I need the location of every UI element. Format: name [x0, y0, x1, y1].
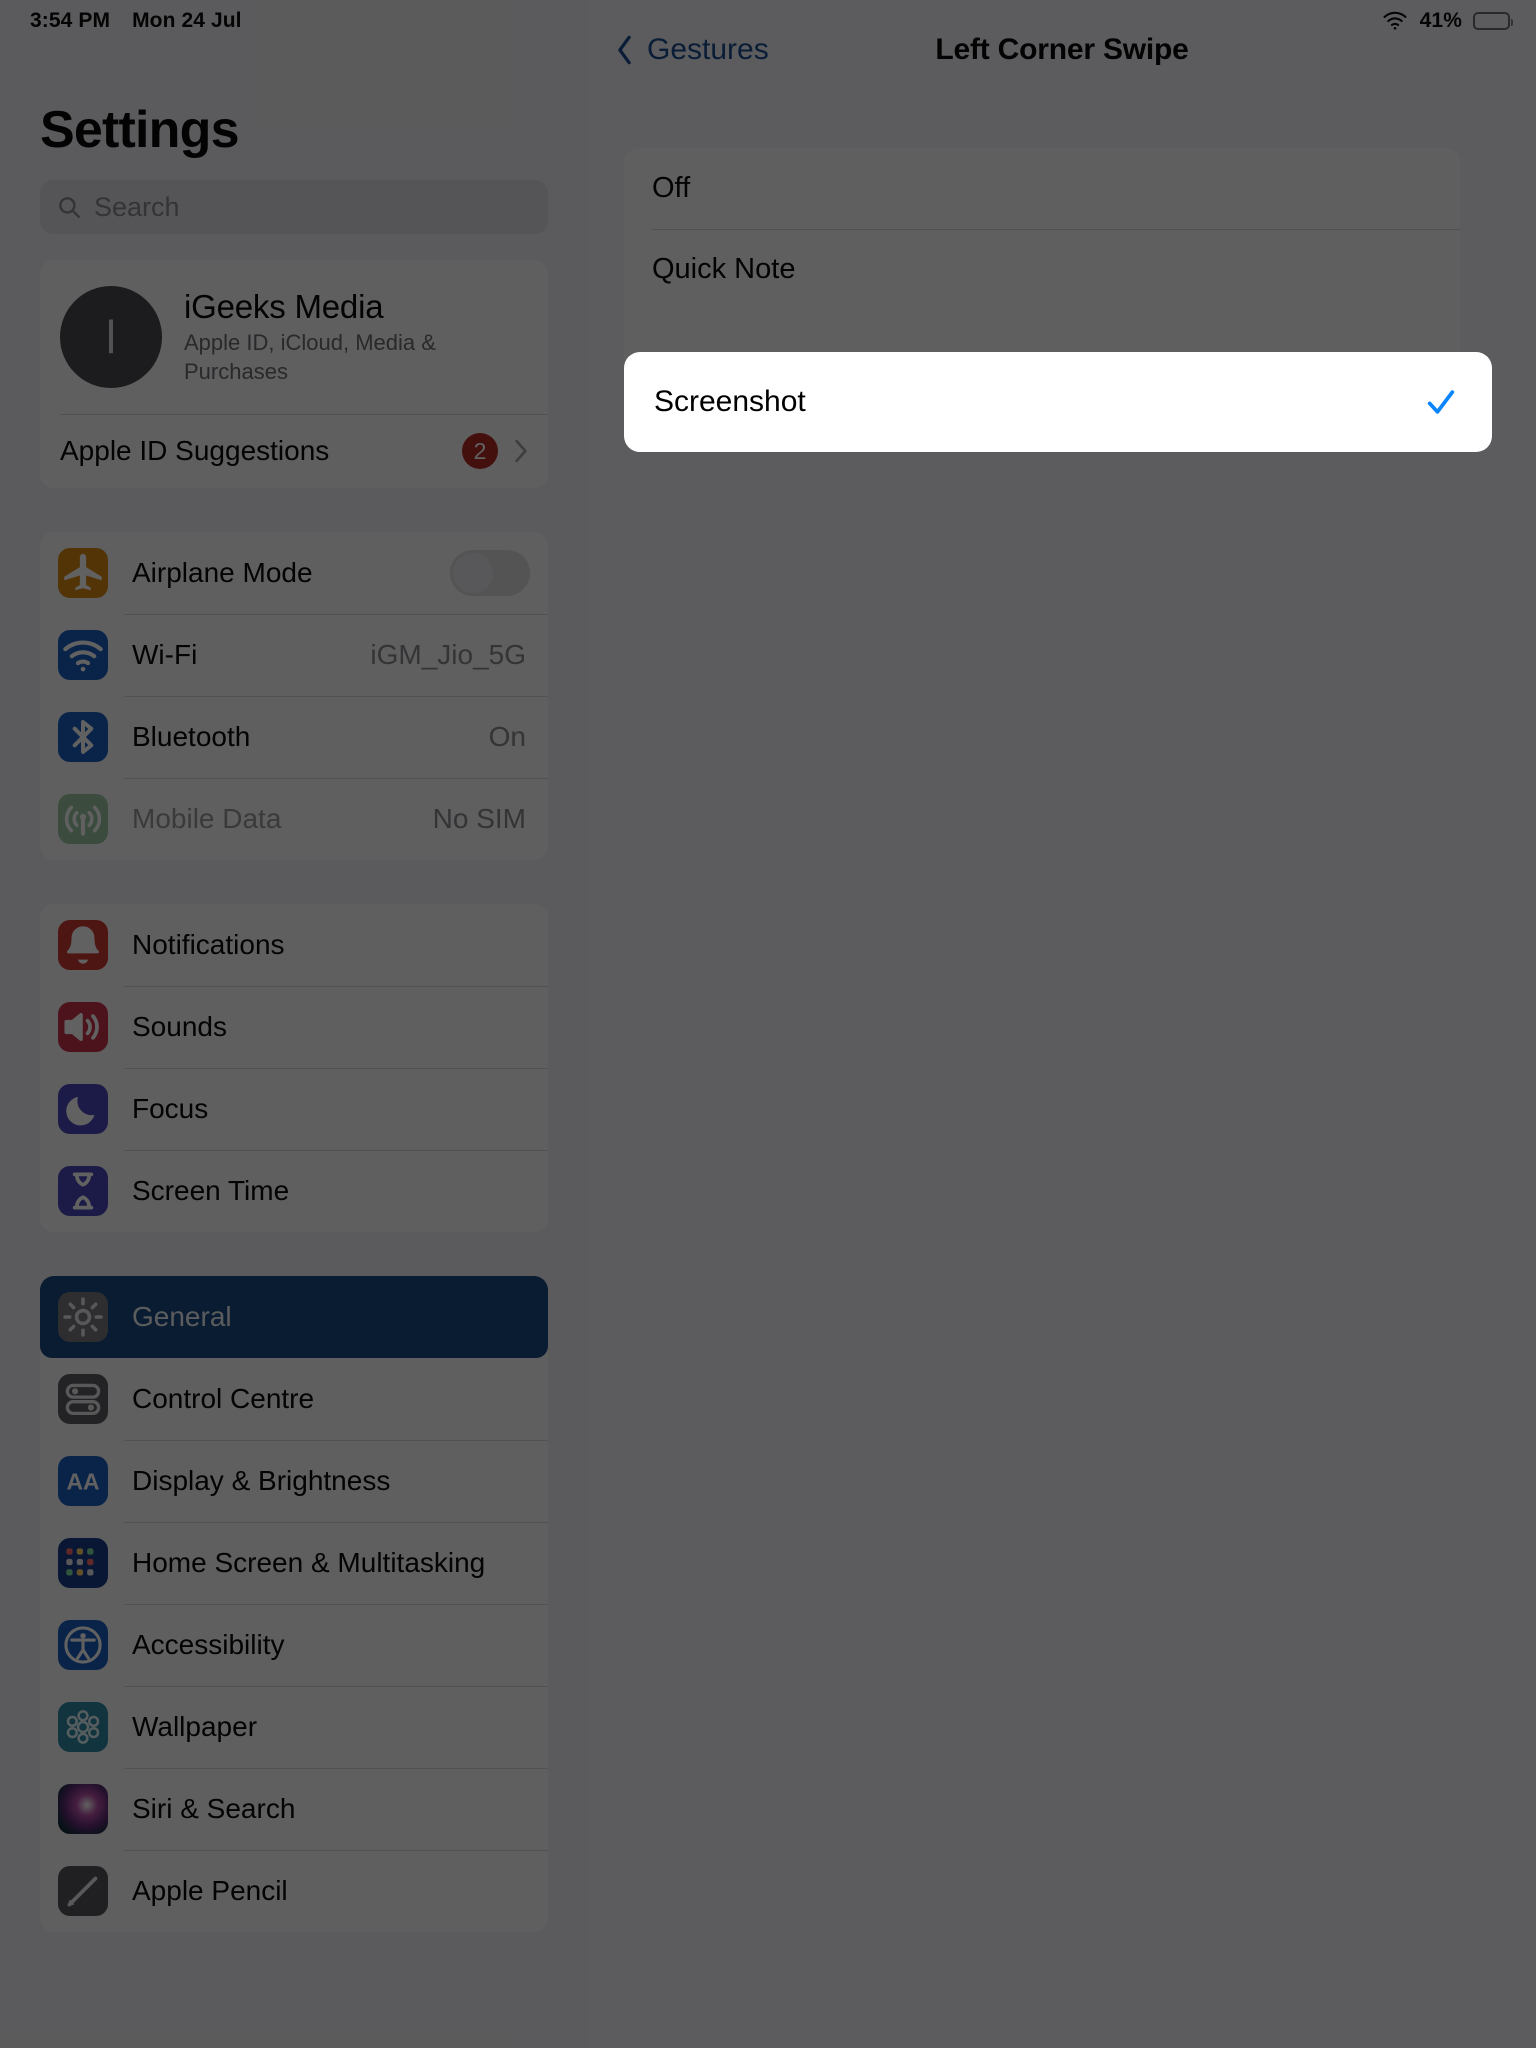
sidebar-item-accessibility[interactable]: Accessibility — [40, 1604, 548, 1686]
option-label: Screenshot — [654, 385, 806, 418]
settings-sidebar: Settings Search l iGeeks Media Apple ID,… — [0, 0, 588, 2048]
search-placeholder: Search — [94, 191, 180, 222]
bell-icon — [58, 920, 108, 970]
search-input[interactable]: Search — [40, 180, 548, 234]
apple-id-card: l iGeeks Media Apple ID, iCloud, Media &… — [40, 260, 548, 488]
option-screenshot[interactable]: Screenshot — [624, 352, 1492, 452]
sidebar-item-label: Siri & Search — [132, 1792, 296, 1824]
gear-icon — [58, 1292, 108, 1342]
option-label: Quick Note — [652, 253, 796, 285]
home-screen-icon — [58, 1538, 108, 1588]
checkmark-icon — [1424, 385, 1458, 419]
status-date: Mon 24 Jul — [132, 9, 242, 32]
sidebar-item-label: Bluetooth — [132, 720, 251, 752]
sidebar-item-apple-pencil[interactable]: Apple Pencil — [40, 1850, 548, 1932]
apple-id-suggestions-label: Apple ID Suggestions — [60, 435, 330, 466]
avatar: l — [60, 286, 162, 388]
sidebar-item-control-centre[interactable]: Control Centre — [40, 1358, 548, 1440]
display-brightness-icon: AA — [58, 1456, 108, 1506]
battery-icon — [1473, 12, 1513, 30]
speaker-icon — [58, 1002, 108, 1052]
sidebar-group-connectivity: Airplane Mode Wi-Fi iGM_Jio_5G Bluetooth… — [40, 532, 548, 860]
option-label: Off — [652, 172, 691, 204]
sidebar-group-system: General Control Centre AA Display & Brig… — [40, 1276, 548, 1932]
chevron-right-icon — [514, 439, 528, 463]
svg-text:AA: AA — [66, 1468, 99, 1494]
status-bar-left: 3:54 PM Mon 24 Jul — [30, 9, 242, 33]
battery-cap — [1510, 19, 1513, 26]
sidebar-item-notifications[interactable]: Notifications — [40, 904, 548, 986]
wallpaper-icon — [58, 1702, 108, 1752]
siri-icon — [58, 1784, 108, 1834]
sidebar-item-label: Accessibility — [132, 1628, 285, 1660]
sidebar-item-label: Home Screen & Multitasking — [132, 1546, 486, 1578]
highlighted-option-layer: Screenshot — [624, 352, 1492, 452]
detail-pane: Gestures Left Corner Swipe Off Quick Not… — [588, 0, 1536, 2048]
sidebar-item-label: Focus — [132, 1092, 209, 1124]
sidebar-item-general[interactable]: General — [40, 1276, 548, 1358]
sidebar-item-label: Sounds — [132, 1010, 227, 1042]
sidebar-item-sounds[interactable]: Sounds — [40, 986, 548, 1068]
sidebar-item-label: Mobile Data — [132, 802, 282, 834]
sidebar-item-mobile-data[interactable]: Mobile Data No SIM — [40, 778, 548, 860]
sidebar-item-label: Apple Pencil — [132, 1874, 288, 1906]
moon-icon — [58, 1084, 108, 1134]
sidebar-item-label: Screen Time — [132, 1174, 290, 1206]
sidebar-item-label: Wallpaper — [132, 1710, 258, 1742]
apple-id-row[interactable]: l iGeeks Media Apple ID, iCloud, Media &… — [40, 260, 548, 414]
sidebar-item-label: Display & Brightness — [132, 1464, 391, 1496]
wifi-icon — [1381, 10, 1409, 32]
sidebar-item-airplane-mode[interactable]: Airplane Mode — [40, 532, 548, 614]
apple-id-subtitle: Apple ID, iCloud, Media & Purchases — [184, 330, 436, 384]
apple-id-name: iGeeks Media — [184, 288, 384, 326]
airplane-mode-toggle[interactable] — [450, 550, 530, 596]
status-badge: 2 — [462, 433, 498, 469]
status-bar-right: 41% — [1381, 9, 1513, 33]
bluetooth-state-value: On — [488, 721, 526, 752]
sidebar-item-label: General — [132, 1300, 232, 1332]
apple-pencil-icon — [58, 1866, 108, 1916]
status-bar: 3:54 PM Mon 24 Jul 41% — [0, 0, 1536, 42]
control-centre-icon — [58, 1374, 108, 1424]
accessibility-icon — [58, 1620, 108, 1670]
sidebar-item-bluetooth[interactable]: Bluetooth On — [40, 696, 548, 778]
apple-id-suggestions-row[interactable]: Apple ID Suggestions 2 — [40, 414, 548, 488]
battery-percent: 41% — [1419, 9, 1462, 32]
sidebar-item-focus[interactable]: Focus — [40, 1068, 548, 1150]
wifi-icon — [58, 630, 108, 680]
status-time: 3:54 PM — [30, 9, 111, 32]
sidebar-item-label: Airplane Mode — [132, 556, 313, 588]
option-quick-note[interactable]: Quick Note — [624, 229, 1460, 310]
split-view: Settings Search l iGeeks Media Apple ID,… — [0, 0, 1536, 2048]
page-title: Settings — [40, 101, 240, 159]
wifi-network-value: iGM_Jio_5G — [370, 639, 526, 670]
sidebar-item-wallpaper[interactable]: Wallpaper — [40, 1686, 548, 1768]
mobile-data-value: No SIM — [432, 803, 526, 834]
toggle-knob — [453, 553, 493, 593]
sidebar-item-screen-time[interactable]: Screen Time — [40, 1150, 548, 1232]
airplane-icon — [58, 548, 108, 598]
bluetooth-icon — [58, 712, 108, 762]
sidebar-group-alerts: Notifications Sounds Focus Screen Time — [40, 904, 548, 1232]
cellular-icon — [58, 794, 108, 844]
sidebar-item-label: Notifications — [132, 928, 285, 960]
sidebar-item-display-brightness[interactable]: AA Display & Brightness — [40, 1440, 548, 1522]
sidebar-item-label: Wi-Fi — [132, 638, 198, 670]
sidebar-item-label: Control Centre — [132, 1382, 315, 1414]
sidebar-item-home-screen-multitasking[interactable]: Home Screen & Multitasking — [40, 1522, 548, 1604]
avatar-initial: l — [105, 311, 117, 363]
search-icon — [56, 194, 82, 220]
sidebar-item-siri-search[interactable]: Siri & Search — [40, 1768, 548, 1850]
hourglass-icon — [58, 1166, 108, 1216]
ipad-settings-screen: Settings Search l iGeeks Media Apple ID,… — [0, 0, 1536, 2048]
sidebar-item-wifi[interactable]: Wi-Fi iGM_Jio_5G — [40, 614, 548, 696]
option-off[interactable]: Off — [624, 148, 1460, 229]
